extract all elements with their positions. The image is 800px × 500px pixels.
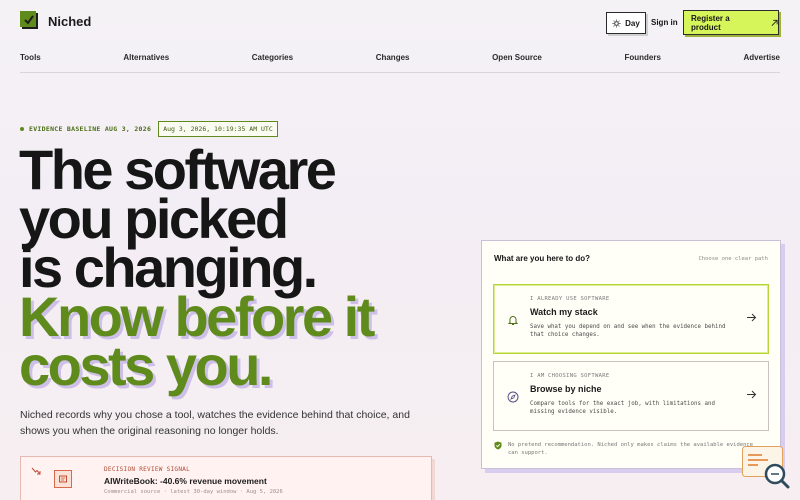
hero-description: Niched records why you chose a tool, wat… <box>20 409 410 437</box>
nav-item-founders[interactable]: Founders <box>624 53 660 62</box>
option-browse-by-niche[interactable]: I AM CHOOSING SOFTWARE Browse by niche C… <box>493 361 769 431</box>
evidence-baseline: EVIDENCE BASELINE AUG 3, 2026 Aug 3, 202… <box>20 121 278 137</box>
arrow-up-right-icon <box>771 19 778 26</box>
theme-toggle-button[interactable]: Day <box>606 12 646 34</box>
brand-logo[interactable]: Niched <box>20 11 92 29</box>
day-label: Day <box>625 18 640 28</box>
nav-item-open-source[interactable]: Open Source <box>492 53 542 62</box>
hero-headline: The software you picked is changing. Kno… <box>19 142 375 397</box>
book-icon <box>54 470 72 488</box>
signal-title: AIWriteBook: -40.6% revenue movement <box>104 476 267 486</box>
option-title: Browse by niche <box>530 384 602 394</box>
arrow-right-icon <box>746 312 757 326</box>
evidence-label: EVIDENCE BASELINE AUG 3, 2026 <box>29 125 152 133</box>
help-search-widget-icon[interactable] <box>742 446 790 494</box>
signal-tag: DECISION REVIEW SIGNAL <box>104 466 191 473</box>
sign-in-link[interactable]: Sign in <box>651 18 678 27</box>
shield-check-icon <box>494 441 502 450</box>
arrow-right-icon <box>746 389 757 403</box>
nav-item-alternatives[interactable]: Alternatives <box>123 53 169 62</box>
option-watch-my-stack[interactable]: I ALREADY USE SOFTWARE Watch my stack Sa… <box>493 284 769 354</box>
status-dot-icon <box>20 127 24 131</box>
compass-icon <box>507 390 519 403</box>
panel-hint: Choose one clear path <box>698 256 768 262</box>
sun-icon <box>612 18 621 28</box>
bell-icon <box>507 313 519 325</box>
disclaimer-text: No pretend recommendation. Niched only m… <box>508 442 754 456</box>
top-bar: Niched Day Sign in Register a product <box>0 0 800 44</box>
nav-divider <box>20 72 780 73</box>
panel-title: What are you here to do? <box>494 254 591 263</box>
option-tag: I ALREADY USE SOFTWARE <box>530 296 610 302</box>
option-title: Watch my stack <box>530 307 598 317</box>
option-tag: I AM CHOOSING SOFTWARE <box>530 373 610 379</box>
nav-item-changes[interactable]: Changes <box>376 53 410 62</box>
main-nav: Tools Alternatives Categories Changes Op… <box>20 53 780 62</box>
register-product-button[interactable]: Register a product <box>683 10 779 35</box>
brand-name: Niched <box>48 13 92 29</box>
register-label: Register a product <box>691 13 730 32</box>
option-description: Save what you depend on and see when the… <box>530 324 726 338</box>
option-description: Compare tools for the exact job, with li… <box>530 401 715 415</box>
panel-disclaimer: No pretend recommendation. Niched only m… <box>494 441 764 457</box>
intent-panel: What are you here to do? Choose one clea… <box>481 240 781 469</box>
nav-item-advertise[interactable]: Advertise <box>744 53 780 62</box>
signal-subtitle: Commercial source · latest 30-day window… <box>104 489 283 495</box>
headline-line-5: costs you. <box>19 334 273 397</box>
nav-item-tools[interactable]: Tools <box>20 53 41 62</box>
logo-mark-icon <box>20 11 38 29</box>
evidence-timestamp: Aug 3, 2026, 10:19:35 AM UTC <box>158 121 278 137</box>
decision-review-signal-card[interactable]: DECISION REVIEW SIGNAL AIWriteBook: -40.… <box>20 456 432 500</box>
nav-item-categories[interactable]: Categories <box>252 53 293 62</box>
trend-down-icon <box>31 466 41 479</box>
